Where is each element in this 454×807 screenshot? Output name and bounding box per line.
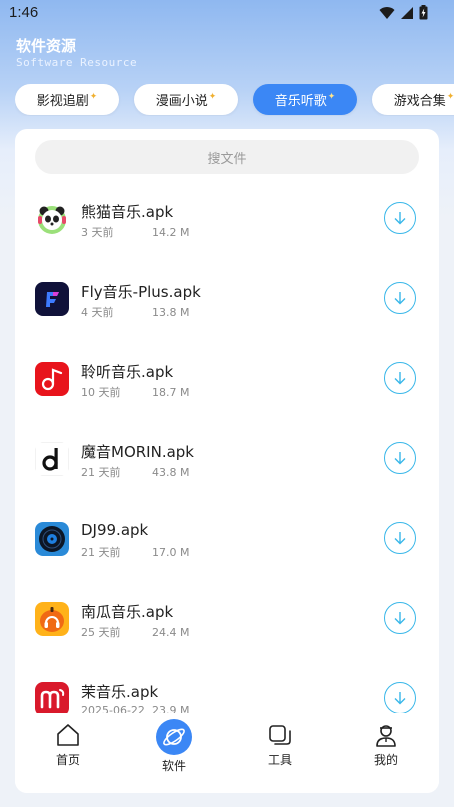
home-icon	[57, 724, 79, 746]
file-date: 21 天前	[81, 546, 121, 559]
cellular-signal-icon	[401, 6, 413, 19]
list-item[interactable]: DJ99.apk 21 天前 17.0 M	[15, 501, 439, 581]
file-date: 3 天前	[81, 226, 114, 239]
list-item[interactable]: 聆听音乐.apk 10 天前 18.7 M	[15, 341, 439, 421]
download-button[interactable]	[384, 442, 416, 474]
tab-label: 游戏合集	[393, 94, 446, 109]
nav-software[interactable]: 软件	[134, 719, 214, 774]
panda-music-icon	[35, 202, 69, 236]
file-meta: 25 天前 24.4 M	[81, 624, 189, 640]
file-name: 聆听音乐.apk	[81, 363, 174, 381]
file-name: Fly音乐-Plus.apk	[81, 283, 201, 301]
download-arrow-icon	[394, 692, 406, 705]
tab-label: 音乐听歌	[274, 94, 327, 109]
download-button[interactable]	[384, 282, 416, 314]
file-name: 魔音MORIN.apk	[81, 443, 194, 461]
file-size: 23.9 M	[152, 704, 190, 713]
nav-tools[interactable]: 工具	[240, 721, 320, 768]
tab-games[interactable]: 游戏合集 ✦	[372, 84, 454, 115]
status-icons	[379, 5, 428, 20]
file-size: 17.0 M	[152, 546, 190, 559]
download-arrow-icon	[394, 212, 406, 225]
tab-movies[interactable]: 影视追剧 ✦	[15, 84, 119, 115]
sparkle-icon: ✦	[327, 91, 336, 102]
download-arrow-icon	[394, 372, 406, 385]
nav-label: 工具	[267, 753, 292, 767]
dj99-icon	[35, 522, 69, 556]
file-size: 18.7 M	[152, 386, 190, 399]
file-meta: 10 天前 18.7 M	[81, 384, 189, 400]
file-meta: 21 天前 43.8 M	[81, 464, 189, 480]
download-button[interactable]	[384, 362, 416, 394]
file-date: 25 天前	[81, 626, 121, 639]
profile-icon	[376, 725, 396, 747]
page-subtitle: Software Resource	[16, 56, 138, 69]
planet-icon	[156, 719, 192, 755]
search-input[interactable]: 搜文件	[35, 140, 419, 174]
lingting-music-icon	[35, 362, 69, 396]
file-name: 茉音乐.apk	[81, 683, 159, 701]
nav-label: 软件	[161, 759, 186, 773]
bottom-nav: 首页 软件 工具 我的	[15, 713, 439, 793]
download-arrow-icon	[394, 292, 406, 305]
download-button[interactable]	[384, 682, 416, 713]
list-item[interactable]: 茉音乐.apk 2025-06-22 23.9 M	[15, 661, 439, 713]
page-title: 软件资源	[16, 37, 77, 55]
file-meta: 21 天前 17.0 M	[81, 544, 189, 560]
download-arrow-icon	[394, 612, 406, 625]
status-bar: 1:46	[0, 0, 454, 26]
nav-profile[interactable]: 我的	[346, 721, 426, 768]
status-time: 1:46	[9, 4, 39, 21]
tab-comics[interactable]: 漫画小说 ✦	[134, 84, 238, 115]
pumpkin-music-icon	[35, 602, 69, 636]
file-meta: 3 天前 14.2 M	[81, 224, 189, 240]
tools-icon	[269, 725, 291, 745]
file-date: 10 天前	[81, 386, 121, 399]
download-button[interactable]	[384, 602, 416, 634]
nav-label: 我的	[373, 753, 398, 767]
battery-icon	[419, 5, 428, 20]
wifi-icon	[379, 6, 395, 19]
download-button[interactable]	[384, 522, 416, 554]
sparkle-icon: ✦	[446, 91, 454, 102]
file-name: 熊猫音乐.apk	[81, 203, 174, 221]
file-size: 14.2 M	[152, 226, 190, 239]
sparkle-icon: ✦	[208, 91, 217, 102]
file-name: DJ99.apk	[81, 521, 149, 539]
nav-label: 首页	[55, 753, 80, 767]
morin-icon	[35, 442, 69, 476]
fly-music-icon	[35, 282, 69, 316]
list-item[interactable]: 熊猫音乐.apk 3 天前 14.2 M	[15, 181, 439, 261]
file-size: 43.8 M	[152, 466, 190, 479]
search-placeholder: 搜文件	[207, 151, 247, 167]
list-item[interactable]: 南瓜音乐.apk 25 天前 24.4 M	[15, 581, 439, 661]
list-item[interactable]: 魔音MORIN.apk 21 天前 43.8 M	[15, 421, 439, 501]
download-button[interactable]	[384, 202, 416, 234]
tab-label: 影视追剧	[36, 94, 89, 109]
file-size: 13.8 M	[152, 306, 190, 319]
list-item[interactable]: Fly音乐-Plus.apk 4 天前 13.8 M	[15, 261, 439, 341]
tab-music[interactable]: 音乐听歌 ✦	[253, 84, 357, 115]
download-arrow-icon	[394, 452, 406, 465]
file-date: 2025-06-22	[81, 704, 145, 713]
mo-music-icon	[35, 682, 69, 713]
file-date: 4 天前	[81, 306, 114, 319]
sparkle-icon: ✦	[89, 91, 98, 102]
file-size: 24.4 M	[152, 626, 190, 639]
download-arrow-icon	[394, 532, 406, 545]
file-name: 南瓜音乐.apk	[81, 603, 174, 621]
file-date: 21 天前	[81, 466, 121, 479]
file-meta: 4 天前 13.8 M	[81, 304, 189, 320]
tab-label: 漫画小说	[155, 94, 208, 109]
nav-home[interactable]: 首页	[28, 721, 108, 768]
file-list-card: 搜文件 熊猫音乐.apk 3 天前 14.2 M Fly音乐-Plus.apk …	[15, 129, 439, 793]
file-list: 熊猫音乐.apk 3 天前 14.2 M Fly音乐-Plus.apk 4 天前 1…	[15, 181, 439, 713]
category-tabs: 影视追剧 ✦ 漫画小说 ✦ 音乐听歌 ✦ 游戏合集 ✦	[15, 84, 454, 116]
file-meta: 2025-06-22 23.9 M	[81, 704, 189, 713]
